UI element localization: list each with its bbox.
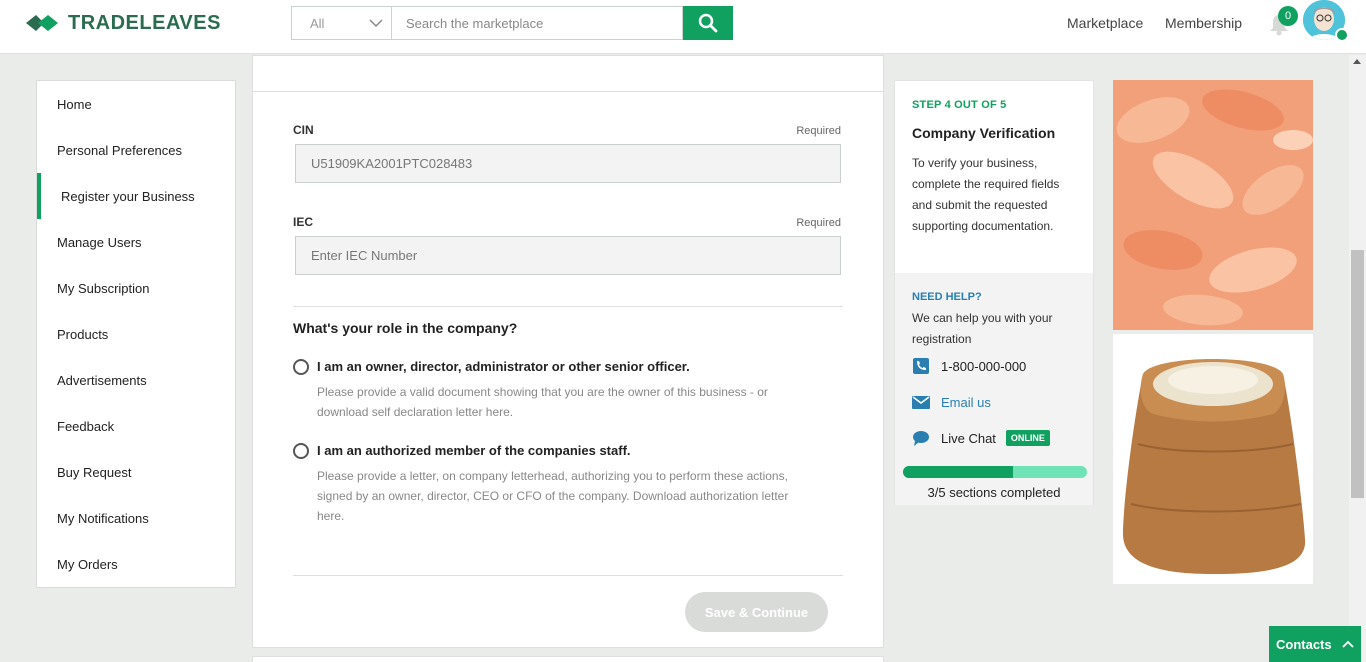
iec-required-text: Required <box>796 217 841 229</box>
nav-membership[interactable]: Membership <box>1165 15 1242 31</box>
step-description: To verify your business, complete the re… <box>912 156 1060 233</box>
chevron-up-icon <box>1341 640 1354 648</box>
iec-input[interactable] <box>295 236 841 275</box>
sidebar-item-manage-users[interactable]: Manage Users <box>37 219 235 265</box>
chevron-down-icon <box>369 19 383 28</box>
scroll-thumb[interactable] <box>1351 250 1364 498</box>
sections-progress-bar <box>903 466 1087 478</box>
step-progress-card: STEP 4 OUT OF 5 Company Verification To … <box>894 80 1094 505</box>
phone-icon <box>913 358 929 374</box>
cin-input[interactable] <box>295 144 841 183</box>
brand-logo[interactable]: TRADELEAVES <box>24 10 221 36</box>
nav-marketplace[interactable]: Marketplace <box>1067 15 1143 31</box>
rice-sack-image-icon <box>1113 334 1313 584</box>
online-status-icon <box>1335 28 1349 42</box>
brand-name: TRADELEAVES <box>68 11 221 34</box>
iec-label: IEC <box>293 215 314 229</box>
contacts-label: Contacts <box>1276 636 1332 652</box>
role-question: What's your role in the company? <box>293 320 518 336</box>
search-button[interactable] <box>683 6 733 40</box>
shrimp-ad-image[interactable] <box>1113 80 1313 330</box>
role-owner-help: Please provide a valid document showing … <box>317 385 768 419</box>
role-owner-radio[interactable] <box>293 359 309 375</box>
sidebar-item-feedback[interactable]: Feedback <box>37 403 235 449</box>
envelope-icon <box>912 396 930 409</box>
search-category-value: All <box>310 15 325 31</box>
cin-required-text: Required <box>796 125 841 137</box>
role-staff-label[interactable]: I am an authorized member of the compani… <box>317 443 631 458</box>
help-phone-number: 1-800-000-000 <box>941 358 1027 374</box>
sidebar-item-buy-request[interactable]: Buy Request <box>37 449 235 495</box>
sections-progress-text: 3/5 sections completed <box>927 485 1061 500</box>
search-input[interactable] <box>391 6 683 40</box>
sidebar-item-my-subscription[interactable]: My Subscription <box>37 265 235 311</box>
shrimp-image-icon <box>1113 80 1313 330</box>
search-category-select[interactable]: All <box>291 6 391 40</box>
sidebar-item-personal-preferences[interactable]: Personal Preferences <box>37 127 235 173</box>
cin-label: CIN <box>293 123 314 137</box>
chat-bubble-icon <box>913 431 929 446</box>
sidebar-item-register-business[interactable]: Register your Business <box>37 173 235 219</box>
sidebar-item-products[interactable]: Products <box>37 311 235 357</box>
section-divider <box>293 306 843 307</box>
help-box: NEED HELP? We can help you with your reg… <box>895 273 1093 505</box>
help-email-link[interactable]: Email us <box>941 395 991 410</box>
role-staff-radio[interactable] <box>293 443 309 459</box>
help-email[interactable]: Email us <box>912 393 991 411</box>
help-phone[interactable]: 1-800-000-000 <box>912 357 1026 375</box>
step-title: Company Verification <box>912 125 1056 141</box>
search-bar: All <box>291 6 733 40</box>
sidebar: Home Personal Preferences Register your … <box>36 80 236 588</box>
save-continue-button[interactable]: Save & Continue <box>685 592 828 632</box>
sidebar-item-my-notifications[interactable]: My Notifications <box>37 495 235 541</box>
role-owner-label[interactable]: I am an owner, director, administrator o… <box>317 359 690 374</box>
help-title: NEED HELP? <box>912 291 982 303</box>
previous-section-strip <box>253 56 883 92</box>
contacts-tab[interactable]: Contacts <box>1269 626 1361 662</box>
role-staff-help: Please provide a letter, on company lett… <box>317 469 789 523</box>
top-header: TRADELEAVES All Marketplace Membership 0 <box>0 0 1366 54</box>
scroll-up-arrow-icon[interactable] <box>1353 59 1361 64</box>
online-badge: ONLINE <box>1005 430 1050 446</box>
sidebar-item-advertisements[interactable]: Advertisements <box>37 357 235 403</box>
sidebar-item-my-orders[interactable]: My Orders <box>37 541 235 587</box>
sections-progress-fill <box>903 466 1014 478</box>
step-label: STEP 4 OUT OF 5 <box>912 99 1007 111</box>
leaf-logo-icon <box>26 15 58 31</box>
scrollbar[interactable] <box>1349 55 1366 662</box>
help-live-chat-label: Live Chat <box>941 430 996 446</box>
help-description: We can help you with your registration <box>912 311 1053 346</box>
rice-sack-ad-image[interactable] <box>1113 334 1313 584</box>
notification-badge: 0 <box>1278 6 1298 26</box>
next-section-card <box>252 656 884 662</box>
sidebar-item-home[interactable]: Home <box>37 81 235 127</box>
form-footer-divider <box>293 575 843 576</box>
search-icon <box>698 13 718 33</box>
registration-form-card: CIN Required IEC Required What's your ro… <box>252 55 884 648</box>
help-live-chat[interactable]: Live Chat ONLINE <box>912 429 1050 447</box>
